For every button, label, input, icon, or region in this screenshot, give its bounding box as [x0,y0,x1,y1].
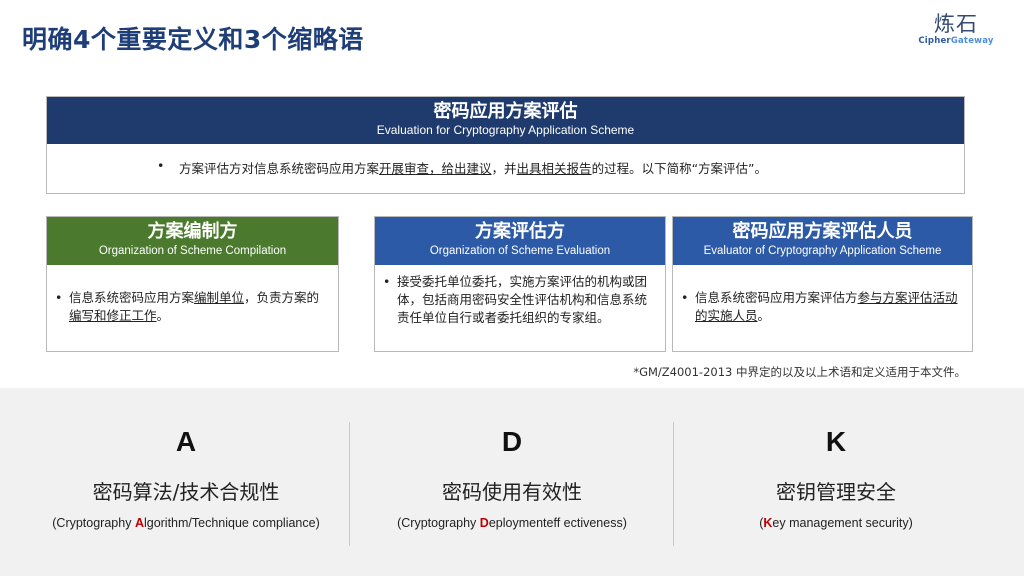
abbreviations-panel: A 密码算法/技术合规性 (Cryptography Algorithm/Tec… [0,388,1024,576]
definition-main-subtitle: Evaluation for Cryptography Application … [376,123,635,137]
abbrev-a: A 密码算法/技术合规性 (Cryptography Algorithm/Tec… [40,388,332,576]
bullet: • [157,158,165,173]
desc-text: 的过程。以下简称“方案评估”。 [591,161,768,176]
desc-underlined: 开展审查，给出建议 [379,161,492,176]
desc-text: 信息系统密码应用方案 [69,290,195,305]
bullet: • [383,274,391,289]
definition-evaluator-org: 方案评估方 Organization of Scheme Evaluation … [374,216,666,352]
definition-evaluator-person-subtitle: Evaluator of Cryptography Application Sc… [703,245,942,257]
definition-main: 密码应用方案评估 Evaluation for Cryptography App… [46,96,965,194]
definition-main-desc: 方案评估方对信息系统密码应用方案开展审查，给出建议，并出具相关报告的过程。以下简… [155,158,964,177]
desc-text: 。 [156,308,170,323]
abbrev-en-highlight: D [479,516,489,530]
abbrev-en-text: ey management security) [772,516,913,530]
definition-evaluator-org-header: 方案评估方 Organization of Scheme Evaluation [375,217,665,265]
bullet: • [681,290,689,305]
definition-evaluator-person-body: • 信息系统密码应用方案评估方参与方案评估活动的实施人员。 [673,265,972,325]
abbrev-name-cn: 密码使用有效性 [442,480,582,504]
logo: 炼石 CipherGateway [916,12,996,46]
desc-text: 接受委托单位委托，实施方案评估的机构或团体，包括商用密码安全性评估机构和信息系统… [397,274,648,325]
abbrev-name-en: (Cryptography Algorithm/Technique compli… [40,512,332,535]
definition-evaluator-person-header: 密码应用方案评估人员 Evaluator of Cryptography App… [673,217,972,265]
logo-text-en-part1: Cipher [918,36,951,46]
desc-underlined: 编制单位 [194,290,245,305]
abbrev-en-highlight: A [134,516,144,530]
divider [349,422,350,546]
desc-text: 方案评估方对信息系统密码应用方案 [179,161,380,176]
definition-compile-title: 方案编制方 [147,221,238,242]
definition-main-body: • 方案评估方对信息系统密码应用方案开展审查，给出建议，并出具相关报告的过程。以… [47,144,964,177]
desc-underlined: 编写和修正工作 [69,308,157,323]
abbrev-en-text: lgorithm/Technique compliance) [143,516,320,530]
definition-main-header: 密码应用方案评估 Evaluation for Cryptography App… [47,97,964,144]
desc-text: ，负责方案的 [244,290,320,305]
abbrev-letter: D [501,426,523,457]
divider [673,422,674,546]
abbrev-name-en: (Key management security) [686,512,986,535]
desc-text: 信息系统密码应用方案评估方 [695,290,858,305]
definition-compile-header: 方案编制方 Organization of Scheme Compilation [47,217,338,265]
abbrev-name-en: (Cryptography Deploymenteff ectiveness) [362,512,662,535]
definition-compile: 方案编制方 Organization of Scheme Compilation… [46,216,339,352]
abbrev-name-cn: 密码算法/技术合规性 [92,480,280,504]
definition-evaluator-org-body: • 接受委托单位委托，实施方案评估的机构或团体，包括商用密码安全性评估机构和信息… [375,265,665,327]
abbrev-name-cn: 密钥管理安全 [776,480,896,504]
abbrev-letter: A [175,426,197,457]
abbrev-en-text: (Cryptography [397,516,480,530]
footnote: *GM/Z4001-2013 中界定的以及以上术语和定义适用于本文件。 [633,365,966,379]
desc-text: ，并 [491,161,517,176]
desc-text: 。 [757,308,771,323]
logo-text-en-part2: Gateway [950,36,994,46]
desc-underlined: 出具相关报告 [516,161,592,176]
definition-compile-body: • 信息系统密码应用方案编制单位，负责方案的编写和修正工作。 [47,265,338,325]
abbrev-d: D 密码使用有效性 (Cryptography Deploymenteff ec… [362,388,662,576]
logo-text-cn: 炼石 [934,12,978,36]
page-title: 明确4个重要定义和3个缩略语 [22,25,364,54]
abbrev-k: K 密钥管理安全 (Key management security) [686,388,986,576]
definition-main-title: 密码应用方案评估 [433,101,578,122]
definition-compile-subtitle: Organization of Scheme Compilation [98,245,287,257]
definition-evaluator-person-title: 密码应用方案评估人员 [732,221,913,242]
definition-evaluator-org-subtitle: Organization of Scheme Evaluation [429,245,611,257]
abbrev-letter: K [825,426,847,457]
definition-evaluator-person: 密码应用方案评估人员 Evaluator of Cryptography App… [672,216,973,352]
abbrev-en-text: eploymenteff ectiveness) [488,516,627,530]
bullet: • [55,290,63,305]
logo-text-en: CipherGateway [916,36,996,46]
definition-evaluator-org-title: 方案评估方 [475,221,565,242]
abbrev-en-text: (Cryptography [52,516,135,530]
